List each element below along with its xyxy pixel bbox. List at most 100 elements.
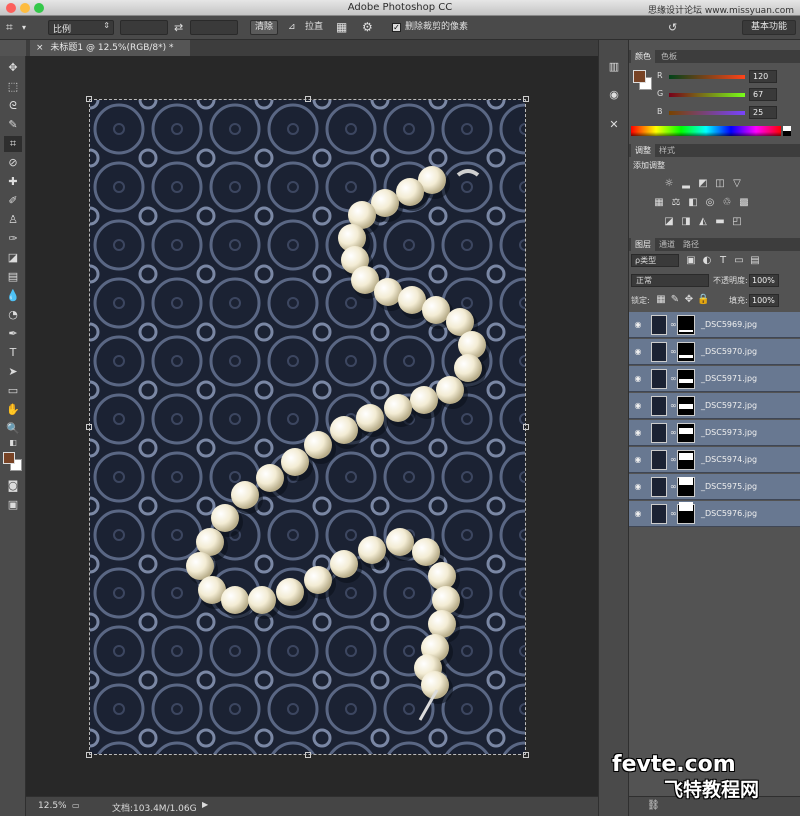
marquee-tool-icon[interactable]: ⬚ <box>4 79 22 95</box>
layer-mask-thumbnail[interactable] <box>677 450 695 470</box>
crop-handle-right[interactable] <box>523 424 529 430</box>
layer-mask-thumbnail[interactable] <box>677 477 695 497</box>
default-colors-icon[interactable]: ◧ <box>4 438 22 448</box>
tab-adjustments[interactable]: 调整 <box>631 144 655 157</box>
mask-link-icon[interactable]: ∞ <box>670 320 677 329</box>
channel-mixer-icon[interactable]: ♲ <box>721 197 733 209</box>
layer-row[interactable]: ◉ ∞ _DSC5971.jpg <box>629 366 800 392</box>
gradient-map-icon[interactable]: ▬ <box>714 216 726 228</box>
tab-color[interactable]: 颜色 <box>631 50 655 63</box>
crop-handle-top[interactable] <box>305 96 311 102</box>
quick-mask-icon[interactable]: ◙ <box>4 478 22 494</box>
layer-mask-thumbnail[interactable] <box>677 423 695 443</box>
close-tab-icon[interactable]: × <box>36 43 44 53</box>
blend-mode-select[interactable]: 正常 <box>631 274 709 287</box>
filter-smart-icon[interactable]: ▤ <box>749 255 761 267</box>
mask-link-icon[interactable]: ∞ <box>670 401 677 410</box>
layer-row[interactable]: ◉ ∞ _DSC5972.jpg <box>629 393 800 419</box>
mask-link-icon[interactable]: ∞ <box>670 428 677 437</box>
threshold-icon[interactable]: ◭ <box>697 216 709 228</box>
crop-handle-top-left[interactable] <box>86 96 92 102</box>
mask-link-icon[interactable]: ∞ <box>670 482 677 491</box>
red-slider[interactable] <box>669 75 745 79</box>
hue-saturation-icon[interactable]: ▦ <box>653 197 665 209</box>
delete-cropped-checkbox[interactable]: ✓ <box>392 23 401 32</box>
layer-mask-thumbnail[interactable] <box>677 342 695 362</box>
brightness-contrast-icon[interactable]: ☼ <box>663 178 675 190</box>
blue-slider[interactable] <box>669 111 745 115</box>
layer-row[interactable]: ◉ ∞ _DSC5974.jpg <box>629 447 800 473</box>
color-lookup-icon[interactable]: ▩ <box>738 197 750 209</box>
eyedropper-tool-icon[interactable]: ⊘ <box>4 155 22 171</box>
layer-thumbnail[interactable] <box>651 450 667 470</box>
filter-type-icon[interactable]: T <box>717 255 729 267</box>
history-panel-icon[interactable]: ▥ <box>605 58 623 76</box>
crop-handle-bottom-right[interactable] <box>523 752 529 758</box>
layer-filter-select[interactable]: ρ类型 <box>631 254 679 267</box>
eraser-tool-icon[interactable]: ◪ <box>4 250 22 266</box>
visibility-eye-icon[interactable]: ◉ <box>633 455 643 465</box>
color-fg-swatch[interactable] <box>633 70 646 83</box>
lock-image-icon[interactable]: ✎ <box>669 294 681 306</box>
dodge-tool-icon[interactable]: ◔ <box>4 307 22 323</box>
layer-thumbnail[interactable] <box>651 315 667 335</box>
layer-row[interactable]: ◉ ∞ _DSC5976.jpg <box>629 501 800 527</box>
hand-tool-icon[interactable]: ✋ <box>4 402 22 418</box>
vibrance-icon[interactable]: ▽ <box>731 178 743 190</box>
canvas-area[interactable] <box>26 56 598 796</box>
ratio-select[interactable]: 比例 ⇕ <box>48 20 114 35</box>
clear-button[interactable]: 清除 <box>250 20 278 35</box>
crop-handle-top-right[interactable] <box>523 96 529 102</box>
visibility-eye-icon[interactable]: ◉ <box>633 320 643 330</box>
fill-input[interactable]: 100% <box>749 294 779 307</box>
pen-tool-icon[interactable]: ✒ <box>4 326 22 342</box>
crop-tool-icon[interactable]: ⌗ <box>4 136 22 152</box>
color-balance-icon[interactable]: ⚖ <box>670 197 682 209</box>
visibility-eye-icon[interactable]: ◉ <box>633 428 643 438</box>
crop-handle-left[interactable] <box>86 424 92 430</box>
workspace-select[interactable]: 基本功能 <box>742 20 796 35</box>
layer-mask-thumbnail[interactable] <box>677 369 695 389</box>
status-arrow-icon[interactable]: ▶ <box>202 800 208 809</box>
status-menu-icon[interactable]: ▭ <box>72 801 80 810</box>
opacity-input[interactable]: 100% <box>749 274 779 287</box>
width-input[interactable] <box>120 20 168 35</box>
black-white-icon[interactable]: ◧ <box>687 197 699 209</box>
layer-row[interactable]: ◉ ∞ _DSC5969.jpg <box>629 312 800 338</box>
brush-tool-icon[interactable]: ✐ <box>4 193 22 209</box>
visibility-eye-icon[interactable]: ◉ <box>633 374 643 384</box>
layer-row[interactable]: ◉ ∞ _DSC5970.jpg <box>629 339 800 365</box>
path-selection-tool-icon[interactable]: ➤ <box>4 364 22 380</box>
history-brush-tool-icon[interactable]: ✑ <box>4 231 22 247</box>
layer-row[interactable]: ◉ ∞ _DSC5973.jpg <box>629 420 800 446</box>
mask-link-icon[interactable]: ∞ <box>670 374 677 383</box>
rectangle-tool-icon[interactable]: ▭ <box>4 383 22 399</box>
green-slider[interactable] <box>669 93 745 97</box>
document-tab[interactable]: × 未标题1 @ 12.5%(RGB/8*) * <box>30 40 190 56</box>
tab-swatches[interactable]: 色板 <box>657 50 681 63</box>
lasso-tool-icon[interactable]: ᘓ <box>4 98 22 114</box>
tab-layers[interactable]: 图层 <box>631 238 655 251</box>
lock-position-icon[interactable]: ✥ <box>683 294 695 306</box>
crop-handle-bottom-left[interactable] <box>86 752 92 758</box>
mask-link-icon[interactable]: ∞ <box>670 455 677 464</box>
filter-shape-icon[interactable]: ▭ <box>733 255 745 267</box>
zoom-level[interactable]: 12.5% <box>38 801 67 811</box>
quick-selection-tool-icon[interactable]: ✎ <box>4 117 22 133</box>
properties-panel-icon[interactable]: ✕ <box>605 116 623 134</box>
straighten-icon[interactable]: ⊿ <box>288 20 296 35</box>
red-value-input[interactable]: 120 <box>749 70 777 83</box>
color-spectrum-bar[interactable] <box>631 126 781 136</box>
zoom-tool-icon[interactable]: 🔍 <box>4 421 22 437</box>
levels-icon[interactable]: ▂ <box>680 178 692 190</box>
blur-tool-icon[interactable]: 💧 <box>4 288 22 304</box>
layer-row[interactable]: ◉ ∞ _DSC5975.jpg <box>629 474 800 500</box>
layer-thumbnail[interactable] <box>651 423 667 443</box>
swap-arrows-icon[interactable]: ⇄ <box>174 20 183 35</box>
posterize-icon[interactable]: ◨ <box>680 216 692 228</box>
filter-pixel-icon[interactable]: ▣ <box>685 255 697 267</box>
exposure-icon[interactable]: ◫ <box>714 178 726 190</box>
visibility-eye-icon[interactable]: ◉ <box>633 401 643 411</box>
clone-stamp-tool-icon[interactable]: ♙ <box>4 212 22 228</box>
height-input[interactable] <box>190 20 238 35</box>
